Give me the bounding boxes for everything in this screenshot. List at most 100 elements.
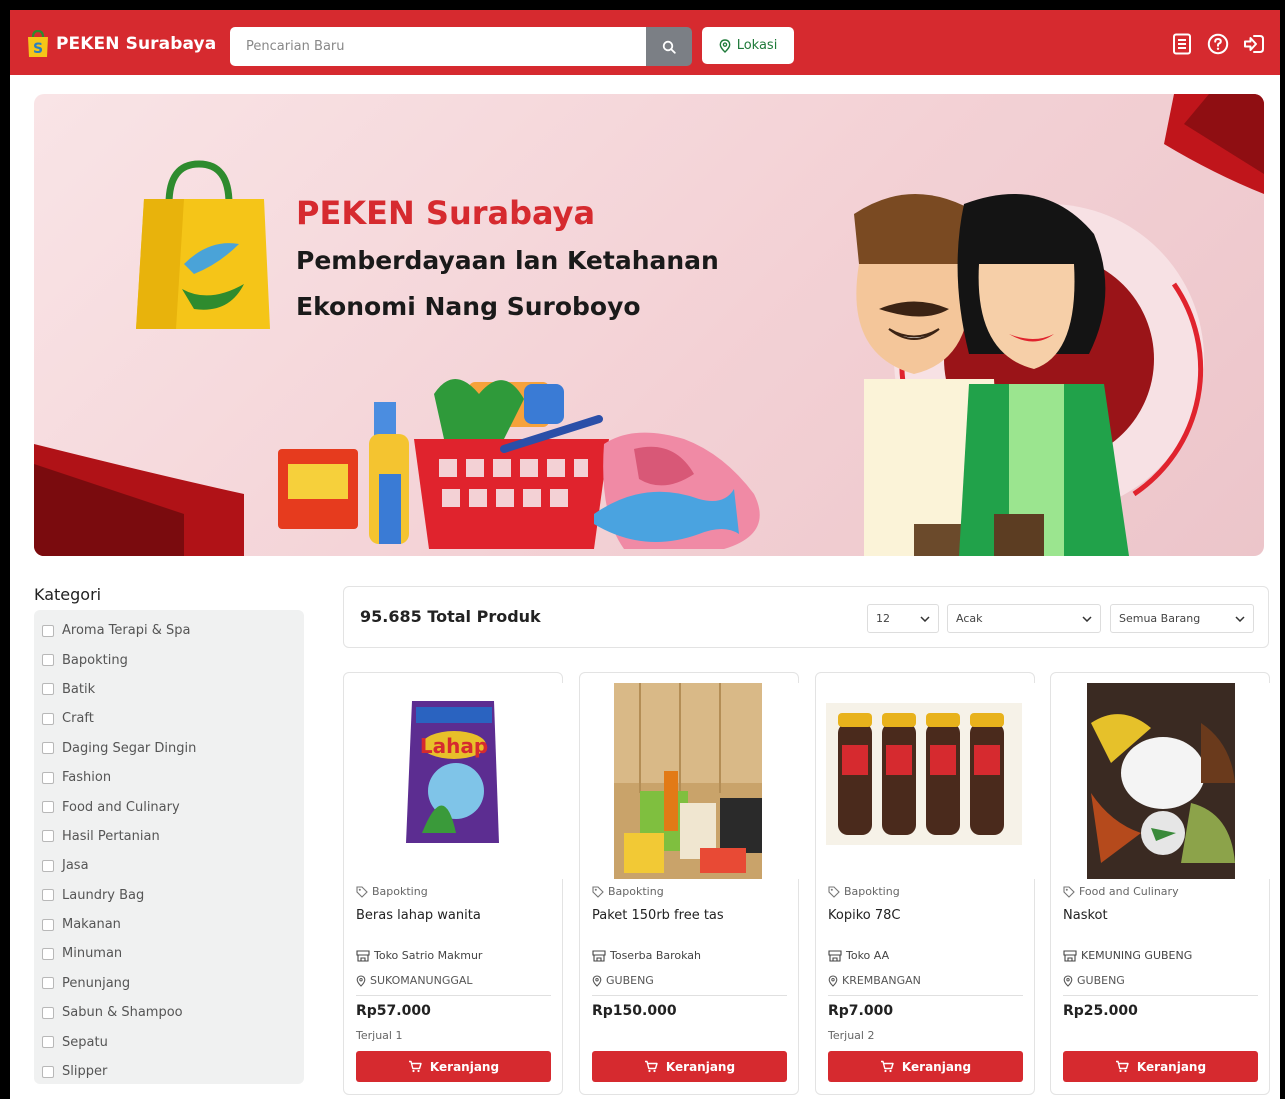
category-item[interactable]: Daging Segar Dingin	[42, 734, 304, 763]
category-checkbox[interactable]	[42, 683, 54, 696]
product-category[interactable]: Bapokting	[356, 885, 428, 898]
product-card[interactable]: Bapokting Kopiko 78C Toko AA KREMBANGAN …	[815, 672, 1036, 1095]
product-category[interactable]: Food and Culinary	[1063, 885, 1179, 898]
add-to-cart-button[interactable]: Keranjang	[356, 1051, 551, 1082]
product-store[interactable]: Toko AA	[828, 949, 889, 962]
header-icons	[1170, 32, 1266, 56]
location-button[interactable]: Lokasi	[702, 27, 794, 64]
category-checkbox[interactable]	[42, 1006, 54, 1019]
product-category[interactable]: Bapokting	[592, 885, 664, 898]
category-label: Bapokting	[62, 652, 128, 668]
category-checkbox[interactable]	[42, 654, 54, 667]
add-to-cart-button[interactable]: Keranjang	[828, 1051, 1023, 1082]
shopping-bag-logo-icon: S	[26, 29, 50, 58]
sort-select[interactable]: Acak	[947, 604, 1101, 633]
product-name[interactable]: Kopiko 78C	[828, 908, 900, 923]
category-label: Food and Culinary	[62, 799, 180, 815]
product-name[interactable]: Naskot	[1063, 908, 1108, 923]
cart-icon	[880, 1060, 894, 1073]
divider	[828, 995, 1023, 996]
category-checkbox[interactable]	[42, 830, 54, 843]
category-checkbox[interactable]	[42, 889, 54, 902]
help-icon[interactable]	[1206, 32, 1230, 56]
hero-banner[interactable]: PEKEN Surabaya Pemberdayaan lan Ketahana…	[34, 94, 1264, 556]
category-checkbox[interactable]	[42, 1065, 54, 1078]
store-icon	[828, 949, 842, 962]
category-item[interactable]: Sabun & Shampoo	[42, 998, 304, 1027]
category-checkbox[interactable]	[42, 742, 54, 755]
divider	[592, 995, 787, 996]
category-item[interactable]: Aroma Terapi & Spa	[42, 616, 304, 645]
product-category[interactable]: Bapokting	[828, 885, 900, 898]
product-card[interactable]: Food and Culinary Naskot KEMUNING GUBENG…	[1050, 672, 1271, 1095]
svg-text:S: S	[33, 41, 43, 57]
category-item[interactable]: Minuman	[42, 939, 304, 968]
product-store[interactable]: Toko Satrio Makmur	[356, 949, 482, 962]
search-button[interactable]	[646, 27, 692, 66]
category-checkbox[interactable]	[42, 977, 54, 990]
category-item[interactable]: Penunjang	[42, 969, 304, 998]
tag-icon	[1063, 885, 1075, 898]
category-label: Batik	[62, 681, 96, 697]
product-location: KREMBANGAN	[828, 974, 921, 987]
store-icon	[592, 949, 606, 962]
category-item[interactable]: Batik	[42, 675, 304, 704]
product-location: GUBENG	[592, 974, 654, 987]
category-item[interactable]: Slipper	[42, 1057, 304, 1086]
product-name[interactable]: Beras lahap wanita	[356, 908, 481, 923]
product-card[interactable]: Bapokting Paket 150rb free tas Toserba B…	[579, 672, 800, 1095]
category-label: Laundry Bag	[62, 887, 145, 903]
filter-select[interactable]: Semua Barang	[1110, 604, 1254, 633]
category-item[interactable]: Food and Culinary	[42, 792, 304, 821]
product-price: Rp57.000	[356, 1003, 431, 1019]
divider	[1063, 995, 1258, 996]
category-label: Makanan	[62, 917, 121, 933]
category-item[interactable]: Craft	[42, 704, 304, 733]
map-pin-icon	[1063, 974, 1073, 987]
category-checkbox[interactable]	[42, 1036, 54, 1049]
category-item[interactable]: Sepatu	[42, 1027, 304, 1056]
product-sold: Terjual 1	[356, 1029, 403, 1042]
add-to-cart-button[interactable]: Keranjang	[1063, 1051, 1258, 1082]
banner-title: PEKEN Surabaya	[296, 194, 596, 232]
product-price: Rp25.000	[1063, 1003, 1138, 1019]
category-label: Jasa	[62, 858, 89, 874]
category-checkbox[interactable]	[42, 859, 54, 872]
product-store[interactable]: KEMUNING GUBENG	[1063, 949, 1192, 962]
category-item[interactable]: Fashion	[42, 763, 304, 792]
document-icon[interactable]	[1170, 32, 1194, 56]
brand[interactable]: S PEKEN Surabaya	[26, 29, 217, 58]
svg-text:Lahap: Lahap	[420, 734, 488, 758]
banner-subtitle-line1: Pemberdayaan lan Ketahanan	[296, 246, 719, 275]
category-item[interactable]: Hasil Pertanian	[42, 822, 304, 851]
per-page-select[interactable]: 12	[867, 604, 939, 633]
product-sold: Terjual 2	[828, 1029, 875, 1042]
category-checkbox[interactable]	[42, 712, 54, 725]
product-location: SUKOMANUNGGAL	[356, 974, 473, 987]
product-name[interactable]: Paket 150rb free tas	[592, 908, 724, 923]
search-input[interactable]	[230, 27, 646, 66]
category-checkbox[interactable]	[42, 947, 54, 960]
category-label: Fashion	[62, 770, 112, 786]
chevron-down-icon	[1082, 615, 1092, 622]
category-checkbox[interactable]	[42, 918, 54, 931]
category-heading: Kategori	[34, 585, 102, 604]
category-label: Sabun & Shampoo	[62, 1005, 183, 1021]
category-item[interactable]: Makanan	[42, 910, 304, 939]
cart-icon	[644, 1060, 658, 1073]
cart-icon	[408, 1060, 422, 1073]
logout-icon[interactable]	[1242, 32, 1266, 56]
add-to-cart-button[interactable]: Keranjang	[592, 1051, 787, 1082]
product-card[interactable]: Lahap Bapokting Beras lahap wanita Toko …	[343, 672, 564, 1095]
category-checkbox[interactable]	[42, 624, 54, 637]
category-item[interactable]: Bapokting	[42, 645, 304, 674]
category-item[interactable]: Jasa	[42, 851, 304, 880]
page: S PEKEN Surabaya Lokasi	[10, 10, 1280, 1099]
category-checkbox[interactable]	[42, 771, 54, 784]
product-store[interactable]: Toserba Barokah	[592, 949, 701, 962]
brand-title: PEKEN Surabaya	[56, 34, 217, 54]
category-item[interactable]: Laundry Bag	[42, 881, 304, 910]
store-icon	[1063, 949, 1077, 962]
category-checkbox[interactable]	[42, 801, 54, 814]
category-label: Hasil Pertanian	[62, 828, 160, 844]
